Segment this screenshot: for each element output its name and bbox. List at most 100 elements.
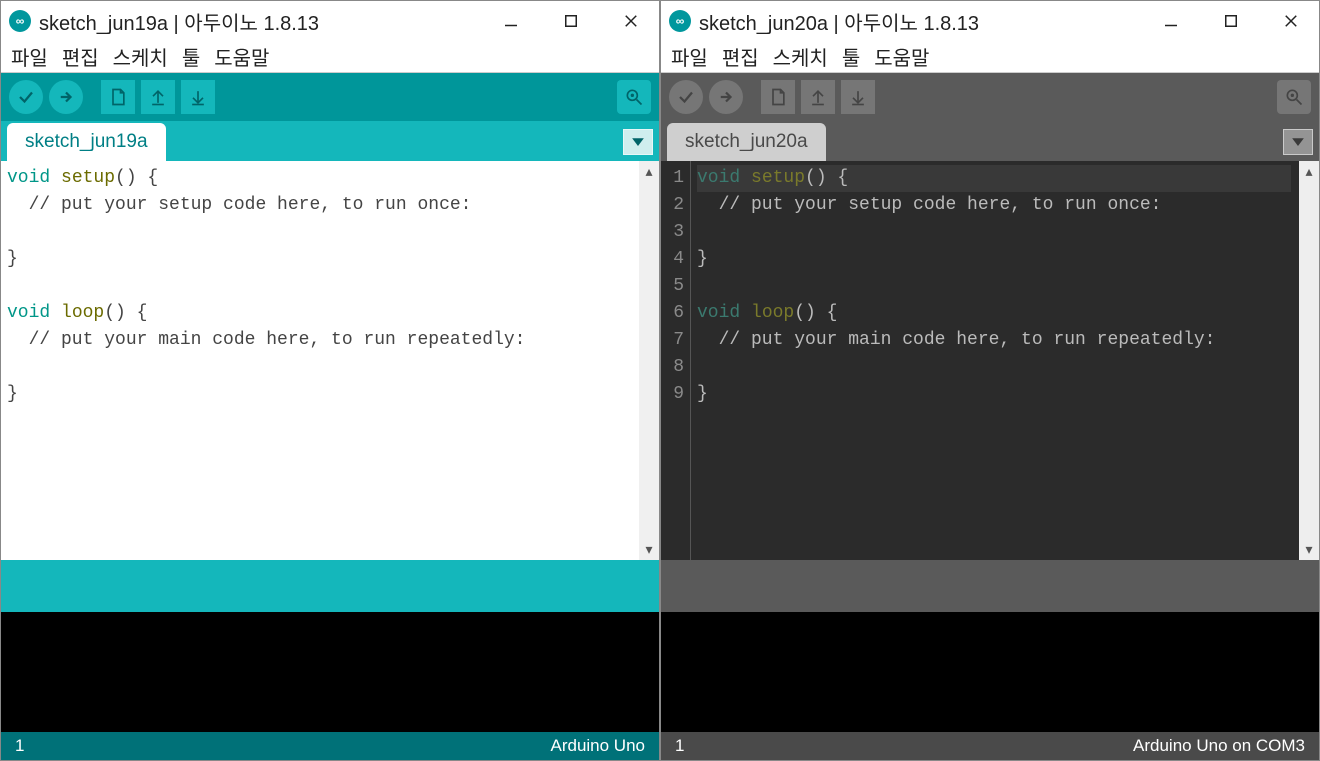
editor-area[interactable]: 123456789void setup() { // put your setu… <box>661 161 1319 560</box>
save-sketch-button[interactable] <box>841 80 875 114</box>
sketch-tab[interactable]: sketch_jun20a <box>667 123 826 161</box>
code-line: // put your main code here, to run repea… <box>7 327 631 354</box>
console-output <box>661 612 1319 732</box>
code-token: } <box>697 384 708 404</box>
code-token: setup <box>751 168 805 188</box>
tabbar: sketch_jun20a <box>661 121 1319 161</box>
code-line <box>697 354 1291 381</box>
console-output <box>1 612 659 732</box>
code-token: // put your setup code here, to run once… <box>697 195 1161 215</box>
code-line: } <box>7 246 631 273</box>
code-line <box>7 219 631 246</box>
tab-dropdown-button[interactable] <box>623 129 653 155</box>
code-line: // put your setup code here, to run once… <box>697 192 1291 219</box>
menu-item[interactable]: 파일 <box>11 42 48 71</box>
code-token: loop <box>751 303 794 323</box>
line-number: 1 <box>661 165 684 192</box>
save-sketch-button[interactable] <box>181 80 215 114</box>
code-line: void setup() { <box>7 165 631 192</box>
close-button[interactable] <box>619 9 643 33</box>
code-token: void <box>697 168 751 188</box>
code-token: loop <box>61 303 104 323</box>
line-number: 9 <box>661 381 684 408</box>
scroll-down-icon[interactable]: ▾ <box>1303 539 1314 560</box>
maximize-button[interactable] <box>559 9 583 33</box>
code-line <box>697 219 1291 246</box>
arduino-window-1: ∞ sketch_jun20a | 아두이노 1.8.13 파일 편집 스케치 툴 도움… <box>660 0 1320 761</box>
code-line: void loop() { <box>697 300 1291 327</box>
menubar: 파일 편집 스케치 툴 도움말 <box>1 41 659 73</box>
serial-monitor-button[interactable] <box>617 80 651 114</box>
minimize-button[interactable] <box>499 9 523 33</box>
line-number: 2 <box>661 192 684 219</box>
code-line <box>7 354 631 381</box>
verify-button[interactable] <box>669 80 703 114</box>
code-line <box>697 273 1291 300</box>
code-line: } <box>7 381 631 408</box>
statusbar: 1 Arduino Uno <box>1 732 659 760</box>
menu-item[interactable]: 편집 <box>722 42 759 71</box>
menu-item[interactable]: 스케치 <box>113 42 168 71</box>
open-sketch-button[interactable] <box>801 80 835 114</box>
menu-item[interactable]: 툴 <box>182 42 200 71</box>
code-line: } <box>697 246 1291 273</box>
tab-dropdown-button[interactable] <box>1283 129 1313 155</box>
statusbar: 1 Arduino Uno on COM3 <box>661 732 1319 760</box>
arduino-window-0: ∞ sketch_jun19a | 아두이노 1.8.13 파일 편집 스케치 툴 도움… <box>0 0 660 761</box>
scroll-up-icon[interactable]: ▴ <box>643 161 654 182</box>
status-board: Arduino Uno on COM3 <box>1133 736 1305 756</box>
new-sketch-button[interactable] <box>101 80 135 114</box>
status-line: 1 <box>15 736 24 756</box>
scrollbar[interactable]: ▴▾ <box>639 161 659 560</box>
sketch-tab[interactable]: sketch_jun19a <box>7 123 166 161</box>
menu-item[interactable]: 스케치 <box>773 42 828 71</box>
menu-item[interactable]: 파일 <box>671 42 708 71</box>
upload-button[interactable] <box>709 80 743 114</box>
menu-item[interactable]: 도움말 <box>874 42 929 71</box>
maximize-button[interactable] <box>1219 9 1243 33</box>
menu-item[interactable]: 툴 <box>842 42 860 71</box>
code-line: } <box>697 381 1291 408</box>
line-gutter: 123456789 <box>661 161 691 560</box>
arduino-logo-icon: ∞ <box>9 10 31 32</box>
tab-label: sketch_jun19a <box>25 131 148 152</box>
verify-button[interactable] <box>9 80 43 114</box>
tab-label: sketch_jun20a <box>685 131 808 152</box>
arduino-logo-icon: ∞ <box>669 10 691 32</box>
close-button[interactable] <box>1279 9 1303 33</box>
code-token: void <box>7 303 61 323</box>
open-sketch-button[interactable] <box>141 80 175 114</box>
code-token: // put your setup code here, to run once… <box>7 195 471 215</box>
serial-monitor-button[interactable] <box>1277 80 1311 114</box>
code-line: void loop() { <box>7 300 631 327</box>
code-token: // put your main code here, to run repea… <box>697 330 1215 350</box>
code-token: void <box>697 303 751 323</box>
menu-item[interactable]: 도움말 <box>214 42 269 71</box>
code-line <box>7 273 631 300</box>
toolbar <box>1 73 659 121</box>
code-line: // put your setup code here, to run once… <box>7 192 631 219</box>
upload-button[interactable] <box>49 80 83 114</box>
code-line: // put your main code here, to run repea… <box>697 327 1291 354</box>
line-number: 3 <box>661 219 684 246</box>
code-editor[interactable]: void setup() { // put your setup code he… <box>1 161 639 560</box>
toolbar <box>661 73 1319 121</box>
scroll-up-icon[interactable]: ▴ <box>1303 161 1314 182</box>
line-number: 5 <box>661 273 684 300</box>
code-token: } <box>7 249 18 269</box>
code-token: () { <box>104 303 147 323</box>
titlebar: ∞ sketch_jun19a | 아두이노 1.8.13 <box>1 1 659 41</box>
code-editor[interactable]: void setup() { // put your setup code he… <box>691 161 1299 560</box>
code-token: void <box>7 168 61 188</box>
scrollbar[interactable]: ▴▾ <box>1299 161 1319 560</box>
menubar: 파일 편집 스케치 툴 도움말 <box>661 41 1319 73</box>
line-number: 8 <box>661 354 684 381</box>
new-sketch-button[interactable] <box>761 80 795 114</box>
titlebar: ∞ sketch_jun20a | 아두이노 1.8.13 <box>661 1 1319 41</box>
window-title: sketch_jun20a | 아두이노 1.8.13 <box>699 7 979 36</box>
message-band <box>661 560 1319 612</box>
editor-area[interactable]: void setup() { // put your setup code he… <box>1 161 659 560</box>
menu-item[interactable]: 편집 <box>62 42 99 71</box>
minimize-button[interactable] <box>1159 9 1183 33</box>
scroll-down-icon[interactable]: ▾ <box>643 539 654 560</box>
